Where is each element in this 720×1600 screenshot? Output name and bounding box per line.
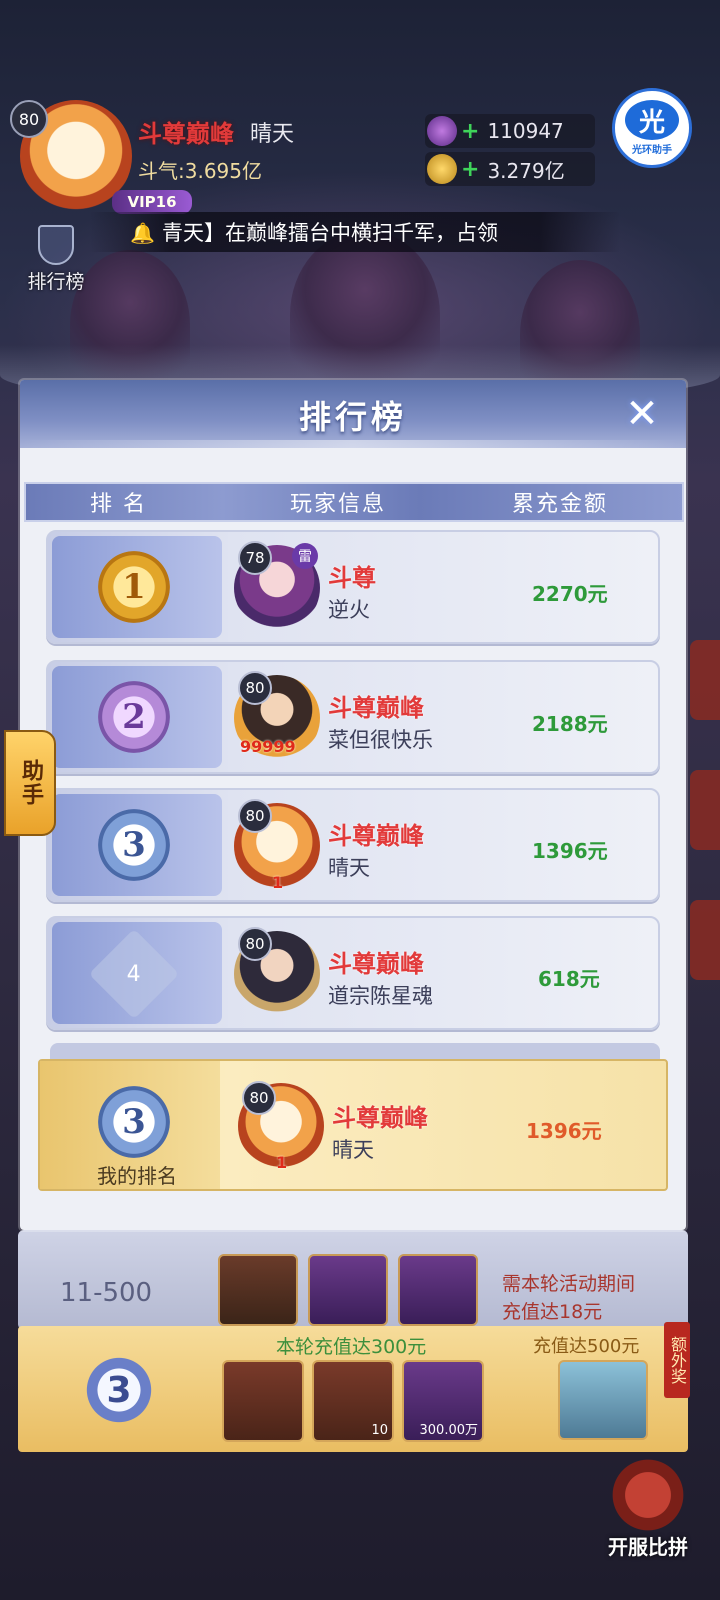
resource-crystal[interactable]: + 110947 <box>425 114 595 148</box>
frame-number-tag: 1 <box>276 1153 288 1172</box>
close-button[interactable]: ✕ <box>616 388 668 440</box>
vip-number-tag: 99999 <box>240 737 296 756</box>
column-total-recharge: 累充金额 <box>512 492 609 517</box>
reward-item-coin[interactable] <box>398 1254 478 1326</box>
resource-gold[interactable]: + 3.279亿 <box>425 152 595 186</box>
my-rank-medal-bottom: 3 <box>84 1350 154 1430</box>
side-tab[interactable] <box>690 640 720 720</box>
level-badge: 80 <box>238 927 272 961</box>
reward-item-crystal[interactable] <box>308 1254 388 1326</box>
rank-medal-gold: 1 <box>98 551 170 623</box>
rank-number: 4 <box>127 961 141 987</box>
reward-item-flame[interactable]: 10 <box>312 1360 394 1442</box>
extra-reward-tag: 额外奖 <box>664 1322 690 1398</box>
frame-number-tag: 1 <box>272 873 284 892</box>
item-count: 10 <box>371 1423 388 1438</box>
player-title: 斗尊巅峰 <box>138 119 234 148</box>
contest-icon <box>608 1455 688 1535</box>
reward-item-treasure-chest[interactable] <box>558 1360 648 1440</box>
item-count: 300.00万 <box>419 1423 479 1438</box>
player-name: 晴天 <box>328 856 370 880</box>
recharge-amount: 618元 <box>538 967 600 991</box>
assistant-logo: 光 <box>625 100 679 140</box>
tier-500-label: 充值达500元 <box>533 1336 640 1357</box>
open-server-contest-button[interactable]: 开服比拼 <box>598 1455 698 1565</box>
player-name: 道宗陈星魂 <box>328 984 433 1008</box>
announcement-text: 青天】在巅峰擂台中横扫千军，占领 <box>162 221 498 245</box>
player-title: 斗尊巅峰 <box>328 821 424 850</box>
helper-tab[interactable]: 助手 <box>4 730 56 836</box>
side-tab[interactable] <box>690 900 720 980</box>
recharge-amount: 2188元 <box>532 712 608 736</box>
level-badge: 80 <box>238 799 272 833</box>
megaphone-icon: 🔔 <box>130 221 155 245</box>
recharge-amount: 1396元 <box>532 839 608 863</box>
level-badge: 80 <box>238 671 272 705</box>
assistant-label: 光环助手 <box>632 145 672 156</box>
level-badge: 80 <box>242 1081 276 1115</box>
ranking-entry-label: 排行榜 <box>27 271 85 293</box>
announcement-marquee: 🔔 青天】在巅峰擂台中横扫千军，占领 <box>90 212 620 252</box>
helper-tab-label: 助手 <box>18 759 43 807</box>
gold-coin-icon <box>427 154 457 184</box>
plus-icon[interactable]: + <box>461 157 479 182</box>
my-rank-label: 我的排名 <box>97 1164 177 1188</box>
player-title: 斗尊巅峰 <box>328 693 424 722</box>
element-tag: 雷 <box>292 543 318 569</box>
level-badge: 78 <box>238 541 272 575</box>
side-tab[interactable] <box>690 770 720 850</box>
crystal-amount: 110947 <box>487 119 564 143</box>
crystal-icon <box>427 116 457 146</box>
rank-medal-purple: 2 <box>98 681 170 753</box>
player-name: 晴天 <box>332 1138 374 1162</box>
player-name: 逆火 <box>328 598 370 622</box>
reward-requirement-note: 需本轮活动期间 充值达18元 <box>502 1270 635 1326</box>
header-divider <box>20 440 686 448</box>
player-title: 斗尊巅峰 <box>332 1103 428 1132</box>
plus-icon[interactable]: + <box>461 119 479 144</box>
column-rank: 排 名 <box>90 492 147 517</box>
vip-badge[interactable]: VIP16 <box>112 190 192 214</box>
reward-item-chest[interactable] <box>218 1254 298 1326</box>
gold-amount: 3.279亿 <box>487 158 565 183</box>
tier-300-label: 本轮充值达300元 <box>276 1336 427 1358</box>
ranking-icon <box>38 225 74 265</box>
my-recharge-amount: 1396元 <box>526 1119 602 1143</box>
my-rank-medal: 3 <box>98 1086 170 1158</box>
ranking-entry-button[interactable]: 排行榜 <box>18 225 94 295</box>
note-line-2: 充值达18元 <box>502 1301 603 1323</box>
reward-tier-range: 11-500 <box>60 1278 153 1308</box>
reward-item-coins[interactable]: 300.00万 <box>402 1360 484 1442</box>
note-line-1: 需本轮活动期间 <box>502 1273 636 1295</box>
modal-title: 排行榜 <box>298 398 407 436</box>
player-name: 菜但很快乐 <box>328 728 433 752</box>
player-power: 斗气:3.695亿 <box>138 159 262 183</box>
reward-item-box[interactable] <box>222 1360 304 1442</box>
player-title: 斗尊 <box>328 563 376 592</box>
player-name: 晴天 <box>250 122 295 147</box>
rank-medal-silver: 3 <box>98 809 170 881</box>
player-level-badge: 80 <box>10 100 48 138</box>
player-title: 斗尊巅峰 <box>328 949 424 978</box>
open-server-label: 开服比拼 <box>608 1535 688 1559</box>
column-player-info: 玩家信息 <box>290 492 387 517</box>
recharge-amount: 2270元 <box>532 582 608 606</box>
assistant-app-badge[interactable]: 光 光环助手 <box>612 88 692 168</box>
